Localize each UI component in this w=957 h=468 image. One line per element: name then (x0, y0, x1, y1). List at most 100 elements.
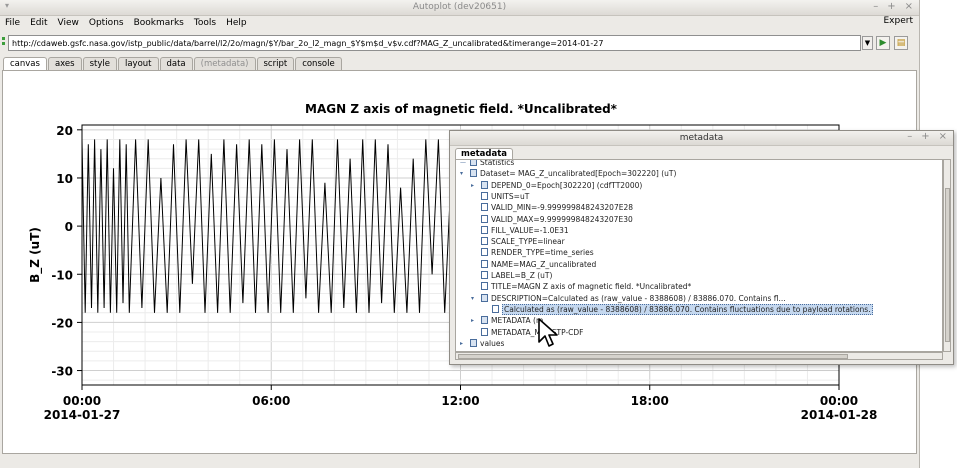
tree-expand-handle[interactable]: ▸ (471, 315, 474, 327)
horizontal-scrollbar[interactable] (455, 352, 943, 360)
file-icon (481, 282, 488, 291)
tree-node-label: Calculated as (raw_value - 8388608) / 83… (502, 303, 873, 315)
folder-icon (470, 169, 477, 178)
tab-style[interactable]: style (82, 57, 117, 70)
tree-node-label: LABEL=B_Z (uT) (491, 271, 553, 280)
tree-node-label: Statistics (480, 159, 515, 167)
tab-canvas[interactable]: canvas (3, 57, 47, 70)
window-title: Autoplot (dev20651) (412, 2, 507, 12)
x-tick-label: 06:00 (252, 394, 290, 408)
minimize-button[interactable]: – (873, 1, 878, 12)
tab-metadata[interactable]: (metadata) (193, 57, 256, 70)
menu-tools[interactable]: Tools (194, 18, 216, 28)
folder-icon (470, 338, 477, 347)
menu-options[interactable]: Options (89, 18, 124, 28)
metadata-title-bar[interactable]: metadata – + × (450, 131, 953, 146)
mouse-cursor-icon (538, 318, 558, 347)
tree-node[interactable]: VALID_MIN=-9.999999848243207E28 (481, 202, 633, 214)
x-tick-date-label: 2014-01-27 (44, 408, 121, 422)
metadata-window-title: metadata (679, 133, 724, 143)
tree-expand-handle[interactable]: ▸ (471, 180, 474, 192)
metadata-minimize-button[interactable]: – (907, 131, 912, 142)
tree-node-label: DEPEND_0=Epoch[302220] (cdfTT2000) (491, 180, 643, 190)
tab-axes[interactable]: axes (47, 57, 82, 70)
tree-node[interactable]: FILL_VALUE=-1.0E31 (481, 225, 569, 237)
x-tick-date-label: 2014-01-28 (801, 408, 878, 422)
tree-node-label: VALID_MIN=-9.999999848243207E28 (491, 203, 633, 213)
metadata-window[interactable]: metadata – + × metadata — Statistics ▾ Data… (449, 130, 954, 365)
x-tick-label: 00:00 (63, 394, 101, 408)
tab-data[interactable]: data (159, 57, 193, 70)
tab-layout[interactable]: layout (117, 57, 159, 70)
maximize-button[interactable]: + (887, 1, 895, 12)
tree-node[interactable]: DESCRIPTION=Calculated as (raw_value - 8… (481, 293, 786, 305)
tree-node-label: NAME=MAG_Z_uncalibrated (491, 259, 597, 269)
url-row: ▼ ▶ ▤ (0, 35, 919, 53)
tree-node[interactable]: Calculated as (raw_value - 8388608) / 83… (492, 303, 873, 316)
tree-node[interactable]: NAME=MAG_Z_uncalibrated (481, 259, 596, 271)
metadata-close-button[interactable]: × (939, 131, 947, 142)
metadata-tree[interactable]: — Statistics ▾ Dataset= MAG_Z_uncalibrated[… (455, 159, 943, 352)
tree-node[interactable]: UNITS=uT (481, 191, 529, 203)
y-tick-label: -30 (51, 365, 73, 379)
tab-script[interactable]: script (256, 57, 295, 70)
tree-node-label: VALID_MAX=9.999999848243207E30 (491, 214, 633, 224)
y-tick-label: -20 (51, 316, 73, 330)
tree-expand-handle[interactable]: ▾ (471, 293, 474, 305)
title-bar: ▾ Autoplot (dev20651) – + × (0, 0, 919, 16)
x-tick-label: 18:00 (631, 394, 669, 408)
folder-icon (481, 316, 488, 325)
tree-node[interactable]: METADATA_M =ISTP-CDF (481, 327, 584, 339)
file-icon (481, 225, 488, 234)
folder-icon (470, 160, 477, 166)
tree-node[interactable]: RENDER_TYPE=time_series (481, 247, 594, 259)
metadata-maximize-button[interactable]: + (921, 131, 929, 142)
url-input[interactable] (8, 35, 861, 51)
scroll-thumb[interactable] (458, 354, 848, 359)
scroll-thumb[interactable] (945, 188, 950, 342)
chart-title: MAGN Z axis of magnetic field. *Uncalibr… (305, 102, 618, 116)
tree-node-label: values (480, 338, 505, 348)
y-tick-label: -10 (51, 268, 73, 282)
tree-node[interactable]: SCALE_TYPE=linear (481, 236, 565, 248)
y-tick-label: 0 (65, 220, 73, 234)
play-icon[interactable]: ▶ (876, 36, 890, 50)
menu-help[interactable]: Help (226, 18, 247, 28)
tree-node[interactable]: METADATA (m (481, 315, 543, 327)
tree-node[interactable]: Dataset= MAG_Z_uncalibrated[Epoch=302220… (470, 168, 676, 180)
tree-expand-handle[interactable]: ▸ (460, 338, 463, 350)
tree-node[interactable]: VALID_MAX=9.999999848243207E30 (481, 214, 633, 226)
menu-view[interactable]: View (58, 18, 79, 28)
chevron-down-icon[interactable]: ▼ (862, 36, 873, 50)
file-icon (481, 248, 488, 257)
vertical-scrollbar[interactable] (943, 159, 951, 352)
expert-menu[interactable]: Expert (884, 16, 914, 26)
file-icon (481, 271, 488, 279)
tree-node-label: RENDER_TYPE=time_series (491, 248, 594, 258)
drag-handle-icon[interactable] (2, 37, 6, 47)
menu-edit[interactable]: Edit (30, 18, 47, 28)
tree-node-label: SCALE_TYPE=linear (491, 237, 565, 247)
folder-icon (481, 293, 488, 302)
menu-file[interactable]: File (5, 18, 20, 28)
tab-console[interactable]: console (295, 57, 342, 70)
menu-bar: File Edit View Options Bookmarks Tools H… (0, 15, 919, 30)
close-button[interactable]: × (905, 1, 913, 12)
y-axis-label: B_Z (uT) (28, 227, 43, 283)
file-icon (481, 237, 488, 246)
folder-icon[interactable]: ▤ (894, 36, 908, 50)
file-icon (481, 259, 488, 268)
tree-node-label: METADATA (m (491, 316, 544, 326)
tree-node[interactable]: TITLE=MAGN Z axis of magnetic field. *Un… (481, 281, 691, 293)
file-icon (481, 214, 488, 223)
y-tick-label: 20 (56, 124, 73, 138)
tree-expand-handle[interactable]: ▾ (460, 168, 463, 180)
tree-node[interactable]: values (470, 338, 504, 350)
tree-node-label: FILL_VALUE=-1.0E31 (491, 225, 569, 235)
menu-bookmarks[interactable]: Bookmarks (134, 18, 184, 28)
tree-node[interactable]: LABEL=B_Z (uT) (481, 270, 552, 282)
file-icon (481, 203, 488, 212)
tree-node-label: UNITS=uT (491, 191, 530, 201)
folder-icon (481, 180, 488, 189)
tree-node[interactable]: DEPEND_0=Epoch[302220] (cdfTT2000) (481, 180, 642, 192)
